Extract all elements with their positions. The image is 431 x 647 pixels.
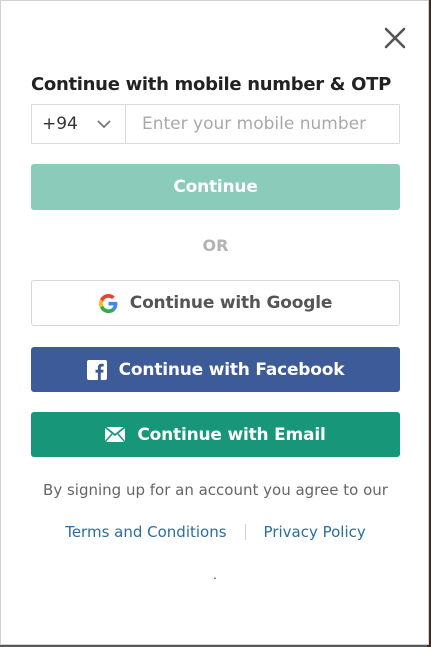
terms-notice: By signing up for an account you agree t…: [43, 481, 388, 499]
google-login-button[interactable]: Continue with Google: [31, 280, 400, 326]
chevron-down-icon: [97, 120, 111, 129]
facebook-label: Continue with Facebook: [118, 359, 345, 380]
facebook-login-button[interactable]: Continue with Facebook: [31, 347, 400, 392]
country-code-select[interactable]: +94: [31, 104, 125, 144]
legal-links: Terms and Conditions Privacy Policy: [1, 523, 430, 541]
email-label: Continue with Email: [137, 424, 326, 445]
google-label: Continue with Google: [129, 293, 333, 313]
facebook-icon: [86, 359, 107, 380]
link-divider: [244, 524, 246, 540]
login-modal: Continue with mobile number & OTP +94 Co…: [0, 0, 429, 645]
google-icon: [98, 293, 118, 313]
email-login-button[interactable]: Continue with Email: [31, 412, 400, 457]
close-button[interactable]: [382, 25, 408, 51]
country-code-value: +94: [42, 114, 78, 134]
mobile-number-input[interactable]: [125, 104, 400, 144]
phone-row: +94: [31, 104, 400, 144]
footer-dot: .: [213, 566, 217, 582]
privacy-link[interactable]: Privacy Policy: [264, 523, 366, 541]
continue-label: Continue: [173, 177, 258, 197]
terms-link[interactable]: Terms and Conditions: [65, 523, 226, 541]
or-separator: OR: [202, 236, 229, 255]
close-icon[interactable]: [382, 25, 408, 51]
modal-heading: Continue with mobile number & OTP: [31, 74, 392, 95]
continue-button[interactable]: Continue: [31, 164, 400, 210]
envelope-icon: [105, 427, 126, 442]
